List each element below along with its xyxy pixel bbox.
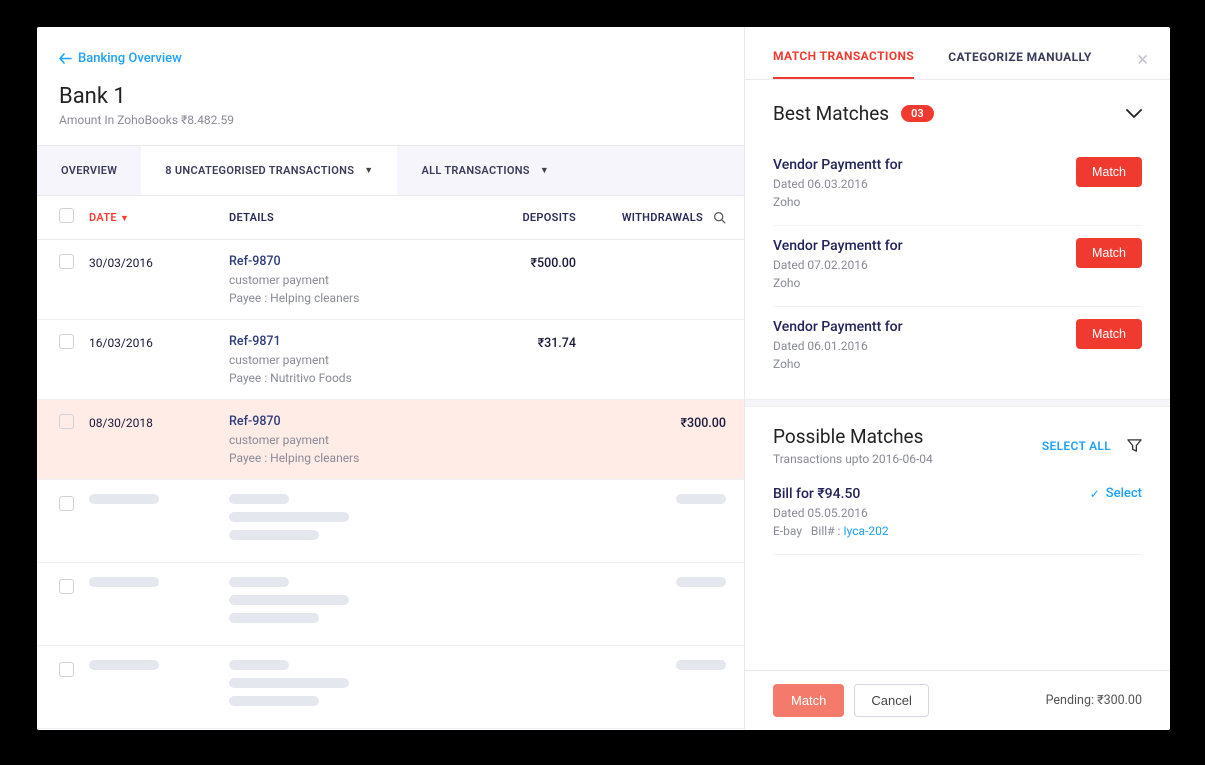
tab-all-label: ALL TRANSACTIONS — [421, 164, 529, 177]
col-date-header[interactable]: DATE ▼ — [89, 211, 229, 224]
row-checkbox[interactable] — [59, 334, 74, 349]
col-withdrawals-label: WITHDRAWALS — [622, 211, 703, 224]
col-details-header[interactable]: DETAILS — [229, 211, 446, 224]
row-checkbox[interactable] — [59, 254, 74, 269]
table-header-row: DATE ▼ DETAILS DEPOSITS WITHDRAWALS — [37, 196, 744, 240]
row-type: customer payment — [229, 353, 446, 367]
row-withdrawal: ₹300.00 — [576, 414, 726, 465]
row-checkbox[interactable] — [59, 414, 74, 429]
best-matches-header[interactable]: Best Matches 03 — [773, 102, 1142, 125]
bill-link[interactable]: Iyca-202 — [843, 524, 888, 538]
row-type: customer payment — [229, 433, 446, 447]
tab-uncategorised-label: 8 UNCATEGORISED TRANSACTIONS — [165, 164, 354, 177]
best-matches-list: Vendor Paymentt for Dated 06.03.2016 Zoho M… — [773, 145, 1142, 387]
match-date: Dated 06.01.2016 — [773, 339, 903, 353]
possible-matches-subtitle: Transactions upto 2016-06-04 — [773, 452, 933, 466]
tab-match-transactions[interactable]: MATCH TRANSACTIONS — [773, 49, 914, 79]
arrow-left-icon — [59, 53, 72, 64]
possible-matches-title: Possible Matches — [773, 425, 933, 448]
row-date: 08/30/2018 — [89, 414, 229, 465]
skeleton-row — [37, 646, 744, 729]
possible-vendor: E-bay Bill# : Iyca-202 — [773, 524, 889, 538]
page-title: Bank 1 — [59, 84, 744, 109]
transactions-pane: Banking Overview Bank 1 Amount In ZohoBo… — [37, 27, 744, 730]
row-deposit — [446, 414, 576, 465]
search-icon[interactable] — [713, 211, 726, 224]
select-all-checkbox[interactable] — [59, 208, 74, 223]
pending-amount: Pending: ₹300.00 — [1046, 693, 1142, 708]
row-payee: Payee : Nutritivo Foods — [229, 371, 446, 385]
col-date-label: DATE — [89, 211, 117, 224]
tab-all-transactions[interactable]: ALL TRANSACTIONS ▼ — [397, 146, 573, 195]
match-vendor: Zoho — [773, 276, 903, 290]
tab-overview[interactable]: OVERVIEW — [37, 146, 141, 195]
match-title: Vendor Paymentt for — [773, 319, 903, 335]
select-link[interactable]: ✓Select — [1090, 486, 1142, 501]
row-reference: Ref-9871 — [229, 334, 446, 349]
row-reference: Ref-9870 — [229, 414, 446, 429]
best-match-item: Vendor Paymentt for Dated 06.01.2016 Zoho M… — [773, 307, 1142, 387]
match-date: Dated 06.03.2016 — [773, 177, 903, 191]
chevron-down-icon — [1126, 109, 1142, 118]
close-icon[interactable]: × — [1137, 47, 1148, 71]
row-deposit: ₹31.74 — [446, 334, 576, 385]
match-title: Vendor Paymentt for — [773, 238, 903, 254]
transactions-list: 30/03/2016Ref-9870customer paymentPayee … — [37, 240, 744, 480]
page-subtitle: Amount In ZohoBooks ₹8.482.59 — [59, 113, 744, 127]
row-payee: Payee : Helping cleaners — [229, 291, 446, 305]
row-checkbox[interactable] — [59, 579, 74, 594]
possible-match-item: Bill for ₹94.50 Dated 05.05.2016 E-bay Bil… — [773, 466, 1142, 555]
possible-title: Bill for ₹94.50 — [773, 486, 889, 502]
table-row[interactable]: 16/03/2016Ref-9871 customer payment Payee … — [37, 320, 744, 400]
match-button[interactable]: Match — [1076, 157, 1142, 187]
possible-matches-list: Bill for ₹94.50 Dated 05.05.2016 E-bay Bil… — [773, 466, 1142, 555]
chevron-down-icon: ▼ — [364, 165, 373, 176]
row-reference: Ref-9870 — [229, 254, 446, 269]
match-date: Dated 07.02.2016 — [773, 258, 903, 272]
row-checkbox[interactable] — [59, 496, 74, 511]
back-link-label: Banking Overview — [78, 51, 182, 66]
cancel-button[interactable]: Cancel — [854, 684, 928, 717]
chevron-down-icon: ▼ — [540, 165, 549, 176]
match-vendor: Zoho — [773, 357, 903, 371]
row-payee: Payee : Helping cleaners — [229, 451, 446, 465]
table-row[interactable]: 08/30/2018Ref-9870 customer payment Payee … — [37, 400, 744, 480]
match-button[interactable]: Match — [773, 684, 844, 717]
best-matches-title: Best Matches — [773, 102, 889, 125]
tab-overview-label: OVERVIEW — [61, 164, 117, 177]
skeleton-row — [37, 563, 744, 646]
row-deposit: ₹500.00 — [446, 254, 576, 305]
match-button[interactable]: Match — [1076, 238, 1142, 268]
section-tabs: OVERVIEW 8 UNCATEGORISED TRANSACTIONS ▼ … — [37, 145, 744, 196]
row-withdrawal — [576, 254, 726, 305]
select-all-link[interactable]: SELECT ALL — [1042, 439, 1111, 453]
skeleton-row — [37, 729, 744, 730]
match-title: Vendor Paymentt for — [773, 157, 903, 173]
best-matches-count-badge: 03 — [901, 105, 934, 122]
skeleton-row — [37, 480, 744, 563]
match-button[interactable]: Match — [1076, 319, 1142, 349]
match-vendor: Zoho — [773, 195, 903, 209]
best-match-item: Vendor Paymentt for Dated 06.03.2016 Zoho M… — [773, 145, 1142, 226]
tab-categorize-manually[interactable]: CATEGORIZE MANUALLY — [948, 50, 1092, 78]
sort-desc-icon: ▼ — [120, 214, 129, 224]
filter-icon[interactable] — [1127, 438, 1142, 453]
col-withdrawals-header[interactable]: WITHDRAWALS — [576, 211, 726, 224]
tab-uncategorised[interactable]: 8 UNCATEGORISED TRANSACTIONS ▼ — [141, 146, 397, 195]
possible-date: Dated 05.05.2016 — [773, 506, 889, 520]
row-date: 16/03/2016 — [89, 334, 229, 385]
row-date: 30/03/2016 — [89, 254, 229, 305]
match-panel: MATCH TRANSACTIONS CATEGORIZE MANUALLY ×… — [744, 27, 1170, 730]
best-match-item: Vendor Paymentt for Dated 07.02.2016 Zoho M… — [773, 226, 1142, 307]
check-icon: ✓ — [1090, 487, 1100, 501]
row-withdrawal — [576, 334, 726, 385]
back-to-banking-overview[interactable]: Banking Overview — [59, 51, 182, 66]
row-type: customer payment — [229, 273, 446, 287]
col-deposits-header[interactable]: DEPOSITS — [446, 211, 576, 224]
row-checkbox[interactable] — [59, 662, 74, 677]
table-row[interactable]: 30/03/2016Ref-9870 customer payment Payee … — [37, 240, 744, 320]
